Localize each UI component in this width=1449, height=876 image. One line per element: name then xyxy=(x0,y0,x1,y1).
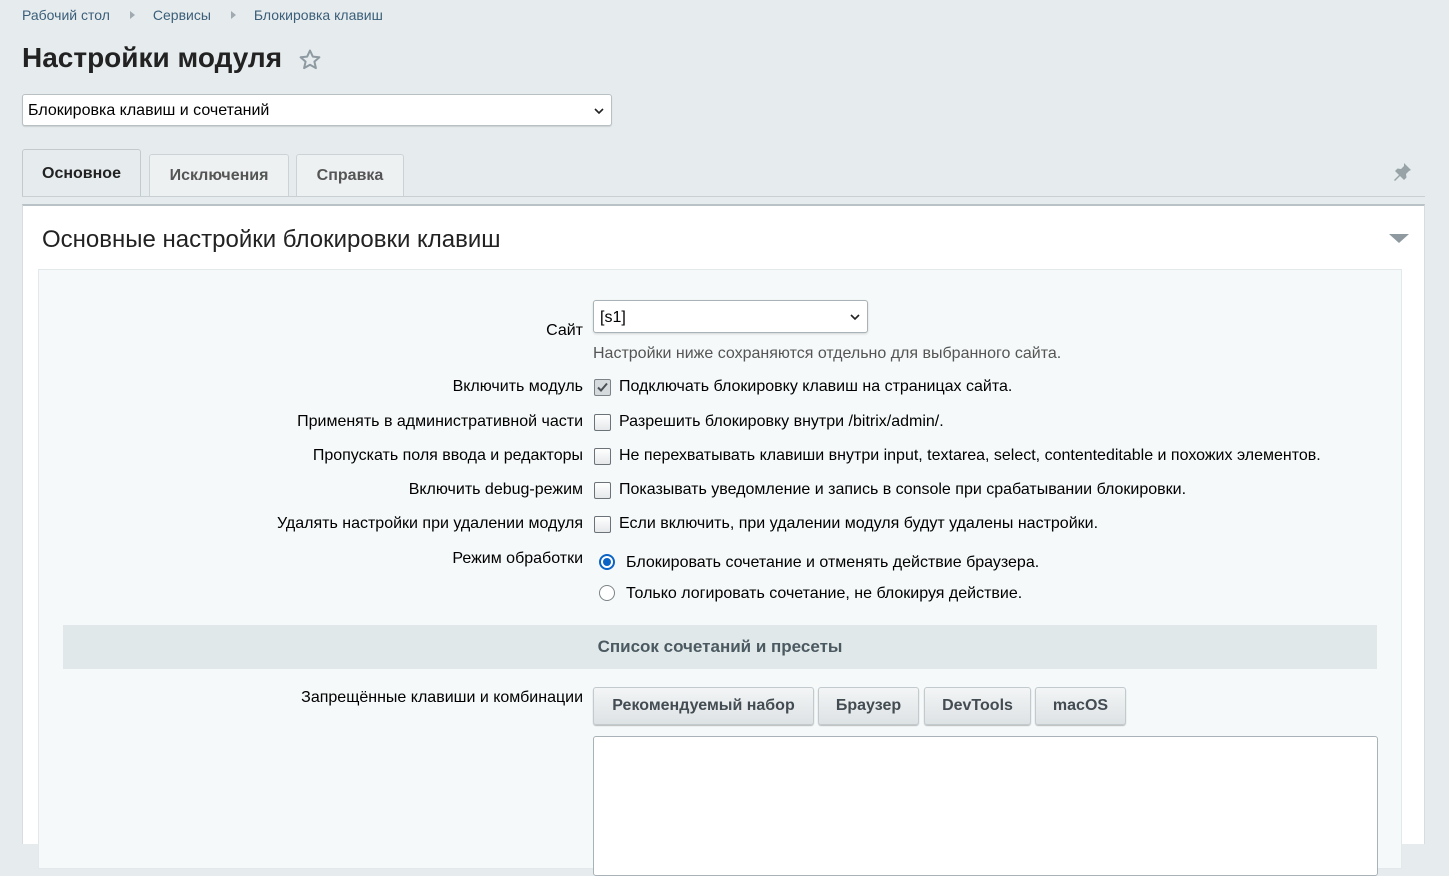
checkmark-icon xyxy=(597,382,608,392)
debug-checkbox[interactable] xyxy=(594,482,611,499)
skip-inputs-label: Пропускать поля ввода и редакторы xyxy=(312,447,583,464)
delete-settings-text: Если включить, при удалении модуля будут… xyxy=(619,515,1099,532)
site-select-value: [s1] xyxy=(600,309,626,326)
combos-label: Запрещённые клавиши и комбинации xyxy=(301,689,583,706)
site-select[interactable]: [s1] xyxy=(593,300,868,333)
breadcrumb-item-services[interactable]: Сервисы xyxy=(153,7,211,23)
collapse-triangle-icon[interactable] xyxy=(1389,234,1409,243)
chevron-down-icon xyxy=(850,314,860,321)
tab-exceptions[interactable]: Исключения xyxy=(149,154,289,196)
module-select[interactable]: Блокировка клавиш и сочетаний xyxy=(22,94,612,126)
mode-log-radio[interactable] xyxy=(599,585,615,601)
enable-module-label: Включить модуль xyxy=(452,378,583,395)
settings-panel: Основные настройки блокировки клавиш Сай… xyxy=(22,204,1425,876)
breadcrumb: Рабочий стол Сервисы Блокировка клавиш xyxy=(22,7,383,23)
mode-label: Режим обработки xyxy=(452,550,583,567)
pin-icon[interactable] xyxy=(1393,161,1413,181)
delete-settings-checkbox[interactable] xyxy=(594,516,611,533)
site-label: Сайт xyxy=(546,322,583,339)
breadcrumb-item-key-blocking[interactable]: Блокировка клавиш xyxy=(254,7,383,23)
tab-main[interactable]: Основное xyxy=(22,149,141,197)
page-title: Настройки модуля xyxy=(22,42,283,73)
mode-log-text: Только логировать сочетание, не блокируя… xyxy=(626,585,1023,602)
section-title: Основные настройки блокировки клавиш xyxy=(42,226,501,253)
tab-help[interactable]: Справка xyxy=(296,154,404,196)
debug-text: Показывать уведомление и запись в consol… xyxy=(619,481,1187,498)
enable-module-checkbox[interactable] xyxy=(594,379,611,396)
preset-macos-button[interactable]: macOS xyxy=(1035,687,1126,725)
preset-devtools-button[interactable]: DevTools xyxy=(924,687,1031,725)
combos-section-header: Список сочетаний и пресеты xyxy=(63,625,1377,669)
preset-recommended-button[interactable]: Рекомендуемый набор xyxy=(593,687,814,725)
breadcrumb-separator-icon xyxy=(129,11,135,19)
mode-block-text: Блокировать сочетание и отменять действи… xyxy=(626,554,1040,571)
admin-part-label: Применять в административной части xyxy=(297,413,583,430)
enable-module-text: Подключать блокировку клавиш на страница… xyxy=(619,378,1013,395)
admin-part-checkbox[interactable] xyxy=(594,414,611,431)
combos-textarea[interactable] xyxy=(593,736,1378,876)
debug-label: Включить debug-режим xyxy=(408,481,583,498)
chevron-down-icon xyxy=(594,108,604,115)
star-icon[interactable] xyxy=(298,48,322,72)
breadcrumb-item-desktop[interactable]: Рабочий стол xyxy=(22,7,110,23)
settings-form: Сайт [s1] Настройки ниже сохраняются отд… xyxy=(38,269,1402,876)
preset-browser-button[interactable]: Браузер xyxy=(818,687,919,725)
module-select-value: Блокировка клавиш и сочетаний xyxy=(28,102,270,119)
skip-inputs-text: Не перехватывать клавиши внутри input, t… xyxy=(619,447,1321,464)
skip-inputs-checkbox[interactable] xyxy=(594,448,611,465)
breadcrumb-separator-icon xyxy=(230,11,236,19)
admin-part-text: Разрешить блокировку внутри /bitrix/admi… xyxy=(619,413,944,430)
mode-block-radio[interactable] xyxy=(599,554,615,570)
site-hint: Настройки ниже сохраняются отдельно для … xyxy=(593,345,1062,362)
delete-settings-label: Удалять настройки при удалении модуля xyxy=(276,515,583,532)
